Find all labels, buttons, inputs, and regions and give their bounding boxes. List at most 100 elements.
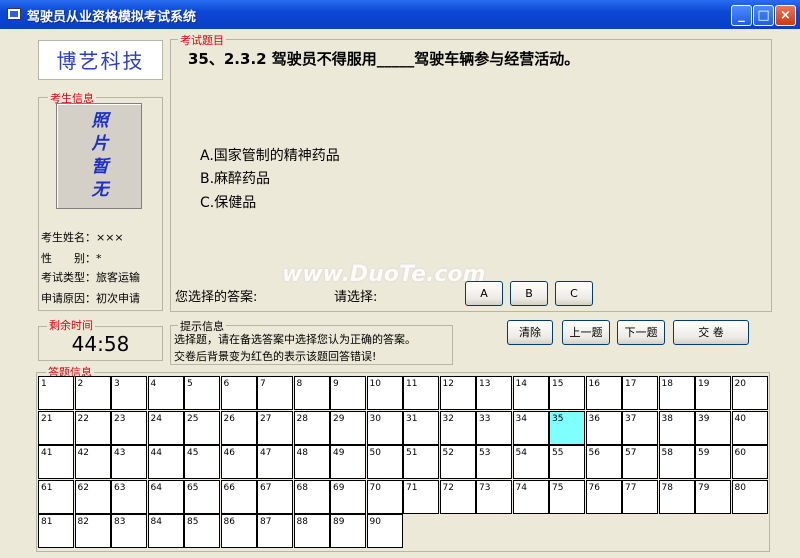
answer-cell[interactable]: 39	[695, 410, 731, 445]
answer-cell[interactable]: 77	[622, 479, 658, 514]
answer-cell[interactable]: 21	[38, 410, 74, 445]
answer-cell[interactable]: 2	[74, 376, 111, 410]
answer-cell[interactable]: 38	[658, 410, 695, 445]
answer-cell[interactable]: 75	[549, 479, 585, 514]
answer-cell[interactable]: 43	[111, 445, 147, 479]
clear-button[interactable]: 清除	[507, 320, 553, 345]
choice-b-button[interactable]: B	[510, 281, 548, 306]
title-bar[interactable]: 驾驶员从业资格模拟考试系统 _ □ ×	[0, 0, 800, 29]
answer-cell[interactable]: 31	[403, 410, 439, 445]
answer-cell[interactable]: 62	[74, 479, 111, 514]
answer-cell[interactable]: 29	[330, 410, 366, 445]
answer-cell[interactable]: 19	[695, 376, 731, 410]
answer-cell[interactable]: 27	[257, 410, 293, 445]
submit-button[interactable]: 交 卷	[673, 320, 749, 345]
answer-cell[interactable]: 48	[293, 445, 330, 479]
answer-cell[interactable]: 12	[439, 376, 476, 410]
answer-cell[interactable]: 30	[366, 410, 403, 445]
choice-a-button[interactable]: A	[465, 281, 503, 306]
answer-cell[interactable]: 68	[293, 479, 330, 514]
answer-cell[interactable]: 66	[220, 479, 257, 514]
answer-cell[interactable]: 17	[622, 376, 658, 410]
answer-cell[interactable]: 72	[439, 479, 476, 514]
answer-cell[interactable]: 11	[403, 376, 439, 410]
answer-cell[interactable]: 80	[731, 479, 768, 514]
answer-cell[interactable]: 37	[622, 410, 658, 445]
answer-cell[interactable]: 41	[38, 445, 74, 479]
answer-cell[interactable]: 49	[330, 445, 366, 479]
answer-cell[interactable]: 6	[220, 376, 257, 410]
answer-cell[interactable]: 5	[184, 376, 220, 410]
answer-cell[interactable]: 16	[585, 376, 622, 410]
answer-cell[interactable]: 53	[476, 445, 512, 479]
answer-cell[interactable]: 3	[111, 376, 147, 410]
answer-cell[interactable]: 52	[439, 445, 476, 479]
answer-cell[interactable]: 22	[74, 410, 111, 445]
next-question-button[interactable]: 下一题	[617, 320, 665, 345]
answer-cell[interactable]: 13	[476, 376, 512, 410]
answer-cell[interactable]: 78	[658, 479, 695, 514]
answer-cell[interactable]: 9	[330, 376, 366, 410]
answer-cell[interactable]: 69	[330, 479, 366, 514]
answer-cell[interactable]: 35	[549, 410, 585, 445]
answer-cell[interactable]: 7	[257, 376, 293, 410]
answer-cell[interactable]: 64	[147, 479, 184, 514]
maximize-button[interactable]: □	[753, 5, 774, 26]
answer-cell[interactable]: 47	[257, 445, 293, 479]
answer-cell[interactable]: 10	[366, 376, 403, 410]
answer-cell[interactable]: 40	[731, 410, 768, 445]
answer-cell[interactable]: 1	[38, 376, 74, 410]
answer-cell[interactable]: 33	[476, 410, 512, 445]
answer-cell[interactable]: 36	[585, 410, 622, 445]
answer-cell[interactable]: 28	[293, 410, 330, 445]
answer-cell[interactable]: 34	[512, 410, 549, 445]
minimize-button[interactable]: _	[731, 5, 752, 26]
answer-cell[interactable]: 73	[476, 479, 512, 514]
answer-cell[interactable]: 20	[731, 376, 768, 410]
answer-cell[interactable]: 74	[512, 479, 549, 514]
answer-cell[interactable]: 81	[38, 514, 74, 548]
close-button[interactable]: ×	[775, 5, 796, 26]
answer-cell[interactable]: 15	[549, 376, 585, 410]
answer-cell[interactable]: 82	[74, 514, 111, 548]
answer-cell[interactable]: 4	[147, 376, 184, 410]
answer-cell[interactable]: 50	[366, 445, 403, 479]
answer-cell[interactable]: 45	[184, 445, 220, 479]
answer-cell[interactable]: 76	[585, 479, 622, 514]
answer-cell[interactable]: 86	[220, 514, 257, 548]
answer-cell[interactable]: 42	[74, 445, 111, 479]
answer-cell[interactable]: 79	[695, 479, 731, 514]
prev-question-button[interactable]: 上一题	[562, 320, 610, 345]
answer-cell[interactable]: 26	[220, 410, 257, 445]
answer-cell[interactable]: 8	[293, 376, 330, 410]
answer-cell[interactable]: 24	[147, 410, 184, 445]
answer-cell[interactable]: 60	[731, 445, 768, 479]
answer-cell[interactable]: 56	[585, 445, 622, 479]
answer-cell[interactable]: 88	[293, 514, 330, 548]
choice-c-button[interactable]: C	[555, 281, 593, 306]
answer-cell[interactable]: 63	[111, 479, 147, 514]
answer-cell[interactable]: 55	[549, 445, 585, 479]
answer-cell[interactable]: 18	[658, 376, 695, 410]
answer-cell[interactable]: 54	[512, 445, 549, 479]
answer-cell[interactable]: 25	[184, 410, 220, 445]
answer-cell[interactable]: 70	[366, 479, 403, 514]
answer-cell[interactable]: 61	[38, 479, 74, 514]
answer-cell[interactable]: 89	[330, 514, 366, 548]
answer-cell[interactable]: 32	[439, 410, 476, 445]
answer-cell[interactable]: 14	[512, 376, 549, 410]
answer-cell[interactable]: 23	[111, 410, 147, 445]
answer-cell[interactable]: 57	[622, 445, 658, 479]
answer-cell[interactable]: 84	[147, 514, 184, 548]
answer-cell[interactable]: 46	[220, 445, 257, 479]
answer-cell[interactable]: 87	[257, 514, 293, 548]
answer-cell[interactable]: 85	[184, 514, 220, 548]
answer-cell[interactable]: 65	[184, 479, 220, 514]
app-icon[interactable]	[7, 8, 21, 20]
answer-cell[interactable]: 59	[695, 445, 731, 479]
answer-cell[interactable]: 71	[403, 479, 439, 514]
answer-cell[interactable]: 44	[147, 445, 184, 479]
answer-cell[interactable]: 51	[403, 445, 439, 479]
answer-cell[interactable]: 83	[111, 514, 147, 548]
answer-cell[interactable]: 90	[366, 514, 403, 548]
